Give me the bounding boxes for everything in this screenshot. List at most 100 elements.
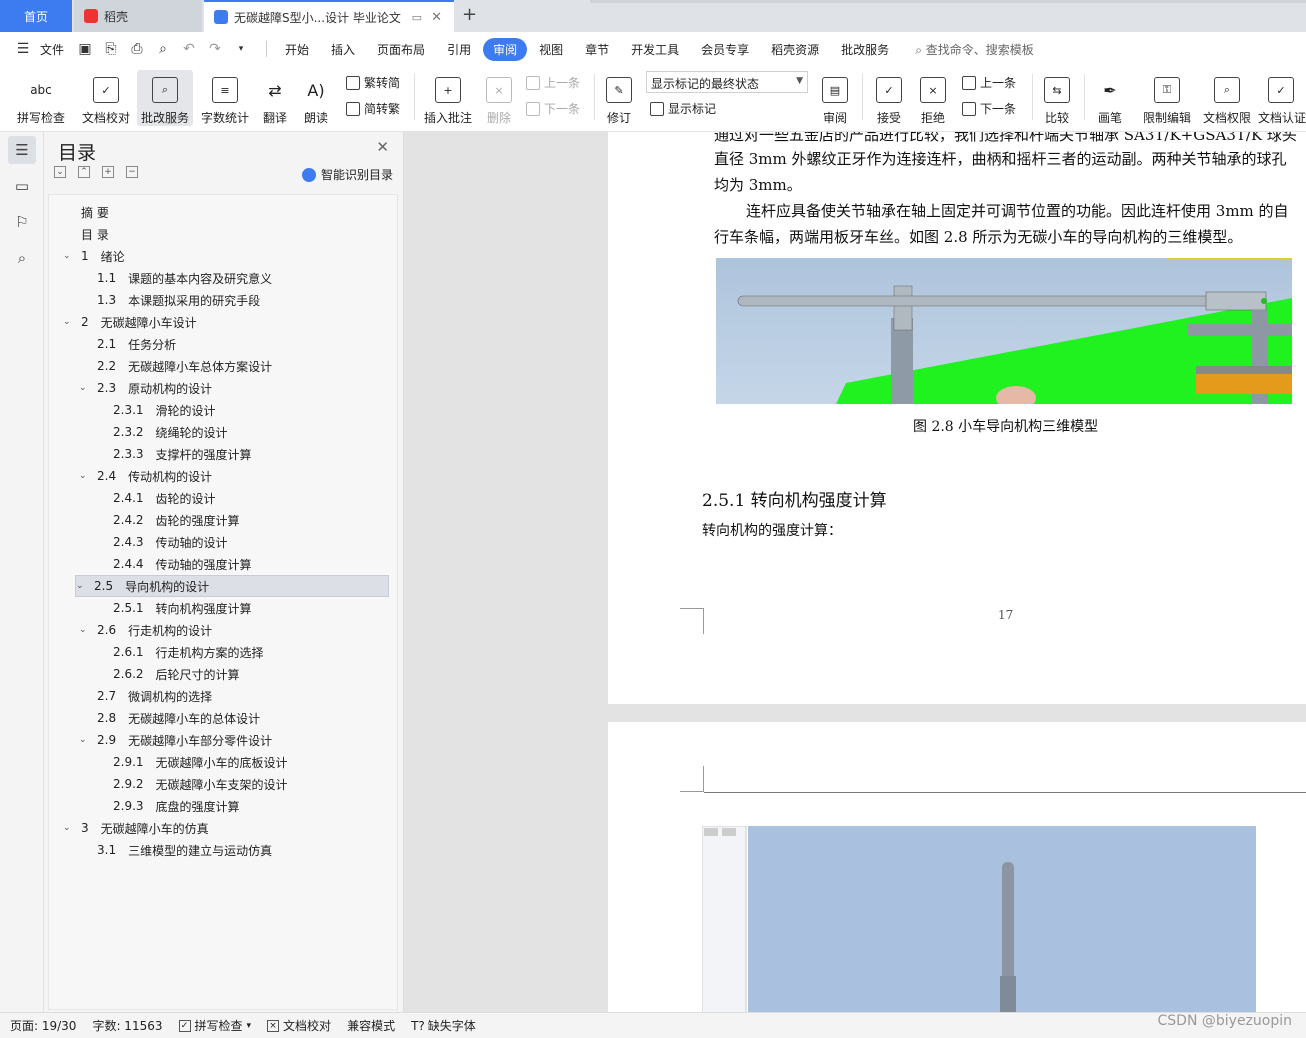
find-icon[interactable]: ⌕ (8, 244, 36, 272)
expand-all-icon[interactable]: + (102, 166, 114, 178)
toc-item[interactable]: ⌄ 2.4 传动机构的设计 (79, 465, 212, 487)
close-tab-icon[interactable]: ✕ (431, 10, 442, 25)
tab-home[interactable]: 首页 (0, 0, 72, 32)
read-aloud-button[interactable]: A) 朗读 (298, 70, 334, 126)
chevron-down-icon[interactable]: ⌄ (79, 471, 91, 481)
chevron-down-icon[interactable]: ⌄ (63, 317, 75, 327)
doc-cert-button[interactable]: ✓ 文档认证 (1258, 70, 1306, 126)
toc-item[interactable]: 2.9.2 无碳越障小车支架的设计 (95, 773, 288, 795)
toc-item[interactable]: 2.2 无碳越障小车总体方案设计 (79, 355, 272, 377)
toc-item[interactable]: 2.4.4 传动轴的强度计算 (95, 553, 252, 575)
simp-to-trad-button[interactable]: 简转繁 (346, 100, 400, 117)
trad-to-simp-button[interactable]: 繁转简 (346, 74, 400, 91)
compare-button[interactable]: ⇆ 比较 (1038, 70, 1076, 126)
menu-docer-resources[interactable]: 稻壳资源 (761, 38, 829, 61)
menu-developer[interactable]: 开发工具 (621, 38, 689, 61)
insert-comment-button[interactable]: + 插入批注 (422, 70, 474, 126)
menu-section[interactable]: 章节 (575, 38, 619, 61)
compat-mode[interactable]: 兼容模式 (347, 1017, 395, 1034)
toc-item[interactable]: 1.1 课题的基本内容及研究意义 (79, 267, 272, 289)
toc-item[interactable]: 2.4.1 齿轮的设计 (95, 487, 216, 509)
reject-button[interactable]: × 拒绝 (914, 70, 952, 126)
chevron-down-icon[interactable]: ⌄ (79, 735, 91, 745)
save-icon[interactable]: ▣ (76, 40, 94, 58)
toc-pane-icon[interactable]: ☰ (8, 136, 36, 164)
word-count-button[interactable]: ≡ 字数统计 (197, 70, 253, 126)
chevron-down-icon[interactable]: ⌄ (76, 581, 88, 591)
tab-document[interactable]: 无碳越障S型小...设计 毕业论文 ▭ ✕ (204, 0, 454, 32)
toc-item[interactable]: 2.9.1 无碳越障小车的底板设计 (95, 751, 288, 773)
toc-item[interactable]: 2.4.3 传动轴的设计 (95, 531, 228, 553)
menu-page-layout[interactable]: 页面布局 (367, 38, 435, 61)
review-pane-button[interactable]: ▤ 审阅 (816, 70, 854, 126)
status-doc-check[interactable]: × 文档校对 (267, 1017, 331, 1034)
toc-item[interactable]: ⌄ 2.3 原动机构的设计 (79, 377, 212, 399)
toc-item[interactable]: 2.1 任务分析 (79, 333, 176, 355)
chapter-nav-icon[interactable]: ▭ (8, 172, 36, 200)
menu-member[interactable]: 会员专享 (691, 38, 759, 61)
page-indicator[interactable]: 页面: 19/30 (10, 1017, 76, 1034)
menu-view[interactable]: 视图 (529, 38, 573, 61)
toc-item[interactable]: ⌄ 2.6 行走机构的设计 (79, 619, 212, 641)
toc-item[interactable]: 2.6.2 后轮尺寸的计算 (95, 663, 240, 685)
delete-comment-button[interactable]: × 删除 (480, 70, 518, 126)
chevron-down-icon[interactable]: ⌄ (63, 823, 75, 833)
doc-rights-button[interactable]: ⌕ 文档权限 (1200, 70, 1254, 126)
prev-change-button[interactable]: 上一条 (962, 74, 1016, 91)
show-markup-button[interactable]: 显示标记 (650, 100, 716, 117)
chevron-down-icon[interactable]: ⌄ (79, 625, 91, 635)
accept-button[interactable]: ✓ 接受 (870, 70, 908, 126)
doc-proofread-button[interactable]: ✓ 文档校对 (78, 70, 134, 126)
toc-item[interactable]: 2.8 无碳越障小车的总体设计 (79, 707, 260, 729)
export-pdf-icon[interactable]: ⎘ (102, 40, 120, 58)
close-icon[interactable]: ✕ (376, 138, 389, 156)
print-preview-icon[interactable]: ⌕ (154, 40, 172, 58)
prev-comment-button[interactable]: 上一条 (526, 74, 580, 91)
bookmark-icon[interactable]: ⚐ (8, 208, 36, 236)
collapse-up-icon[interactable]: ⌃ (78, 166, 90, 178)
toc-item[interactable]: 2.7 微调机构的选择 (79, 685, 212, 707)
menu-review[interactable]: 审阅 (483, 37, 528, 61)
toc-item[interactable]: 2.3.3 支撑杆的强度计算 (95, 443, 252, 465)
translate-button[interactable]: ⇄ 翻译 (256, 70, 294, 126)
toc-item[interactable]: ⌄ 2.5 导向机构的设计 (75, 575, 389, 597)
menu-references[interactable]: 引用 (437, 38, 481, 61)
customize-dropdown-icon[interactable]: ▾ (232, 40, 250, 58)
pen-button[interactable]: ✒ 画笔 (1092, 70, 1128, 126)
redo-icon[interactable]: ↷ (206, 40, 224, 58)
toc-item[interactable]: ⌄ 1 绪论 (63, 245, 125, 267)
expand-down-icon[interactable]: ⌄ (54, 166, 66, 178)
correct-service-button[interactable]: ⌕ 批改服务 (137, 70, 193, 126)
toc-item[interactable]: 摘 要 (63, 201, 121, 223)
restrict-edit-button[interactable]: ⚿ 限制编辑 (1140, 70, 1194, 126)
toc-item[interactable]: 2.9.3 底盘的强度计算 (95, 795, 240, 817)
collapse-all-icon[interactable]: − (126, 166, 138, 178)
menu-start[interactable]: 开始 (275, 38, 319, 61)
monitor-icon[interactable]: ▭ (412, 11, 422, 24)
toc-item[interactable]: 2.3.2 绕绳轮的设计 (95, 421, 228, 443)
menu-insert[interactable]: 插入 (321, 38, 365, 61)
toc-item[interactable]: ⌄ 2 无碳越障小车设计 (63, 311, 197, 333)
smart-toc-button[interactable]: 智能识别目录 (301, 166, 393, 183)
command-search[interactable]: ⌕ 查找命令、搜索模板 (915, 41, 1034, 58)
spell-check-button[interactable]: abc 拼写检查 (10, 70, 72, 126)
menu-correct-service[interactable]: 批改服务 (831, 38, 899, 61)
toc-item[interactable]: 2.4.2 齿轮的强度计算 (95, 509, 240, 531)
undo-icon[interactable]: ↶ (180, 40, 198, 58)
next-change-button[interactable]: 下一条 (962, 100, 1016, 117)
toc-item[interactable]: 目 录 (63, 223, 121, 245)
print-icon[interactable]: ⎙ (128, 40, 146, 58)
toc-item[interactable]: 2.5.1 转向机构强度计算 (95, 597, 252, 619)
new-tab-plus-icon[interactable]: + (462, 4, 477, 25)
chevron-down-icon[interactable]: ⌄ (63, 251, 75, 261)
word-count-indicator[interactable]: 字数: 11563 (92, 1017, 162, 1034)
track-changes-button[interactable]: ✎ 修订 (600, 70, 638, 126)
toc-item[interactable]: ⌄ 3 无碳越障小车的仿真 (63, 817, 209, 839)
markup-state-select[interactable]: 显示标记的最终状态 ▼ (646, 71, 808, 93)
menu-file[interactable]: 文件 (40, 38, 74, 61)
tab-docer[interactable]: 稻壳 (74, 0, 202, 32)
toc-item[interactable]: 1.3 本课题拟采用的研究手段 (79, 289, 260, 311)
status-spell-check[interactable]: ✓ 拼写检查 ▾ (178, 1017, 251, 1034)
toc-item[interactable]: 3.1 三维模型的建立与运动仿真 (79, 839, 272, 861)
chevron-down-icon[interactable]: ⌄ (79, 383, 91, 393)
